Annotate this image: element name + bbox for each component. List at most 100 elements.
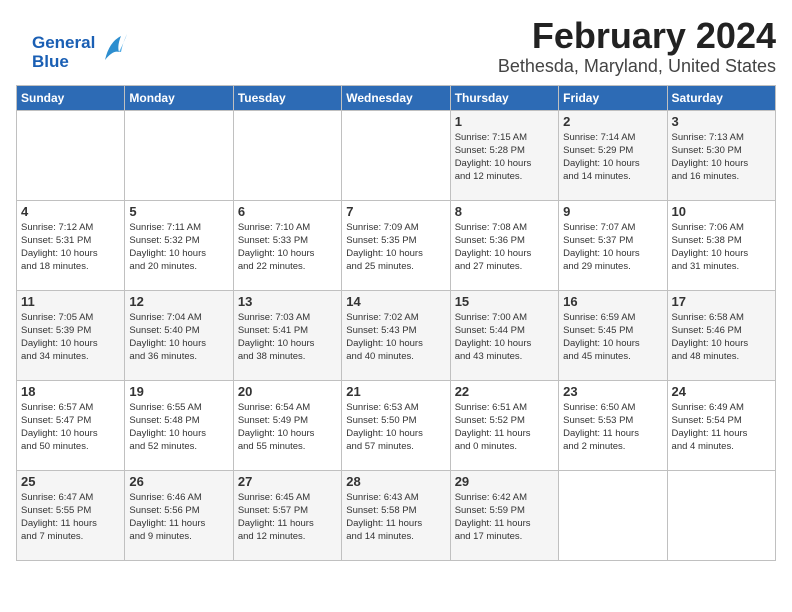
calendar-cell: 9 Sunrise: 7:07 AM Sunset: 5:37 PM Daylig… — [559, 200, 667, 290]
day-number: 19 — [129, 384, 228, 399]
day-info: Sunrise: 7:05 AM Sunset: 5:39 PM Dayligh… — [21, 311, 120, 364]
day-info: Sunrise: 7:13 AM Sunset: 5:30 PM Dayligh… — [672, 131, 771, 184]
day-number: 17 — [672, 294, 771, 309]
logo-general: General — [32, 34, 95, 53]
day-number: 2 — [563, 114, 662, 129]
month-title: February 2024 — [16, 16, 776, 56]
calendar-cell: 17 Sunrise: 6:58 AM Sunset: 5:46 PM Dayli… — [667, 290, 775, 380]
day-number: 26 — [129, 474, 228, 489]
day-info: Sunrise: 6:43 AM Sunset: 5:58 PM Dayligh… — [346, 491, 445, 544]
day-number: 15 — [455, 294, 554, 309]
day-info: Sunrise: 6:50 AM Sunset: 5:53 PM Dayligh… — [563, 401, 662, 454]
day-number: 16 — [563, 294, 662, 309]
day-number: 18 — [21, 384, 120, 399]
calendar-cell — [233, 110, 341, 200]
day-info: Sunrise: 7:15 AM Sunset: 5:28 PM Dayligh… — [455, 131, 554, 184]
day-number: 29 — [455, 474, 554, 489]
day-info: Sunrise: 7:14 AM Sunset: 5:29 PM Dayligh… — [563, 131, 662, 184]
calendar-cell: 11 Sunrise: 7:05 AM Sunset: 5:39 PM Dayli… — [17, 290, 125, 380]
day-info: Sunrise: 6:46 AM Sunset: 5:56 PM Dayligh… — [129, 491, 228, 544]
day-number: 8 — [455, 204, 554, 219]
day-info: Sunrise: 6:45 AM Sunset: 5:57 PM Dayligh… — [238, 491, 337, 544]
day-info: Sunrise: 6:58 AM Sunset: 5:46 PM Dayligh… — [672, 311, 771, 364]
weekday-header: Saturday — [667, 85, 775, 110]
calendar-week-row: 18Sunrise: 6:57 AM Sunset: 5:47 PM Dayli… — [17, 380, 776, 470]
calendar-cell — [559, 470, 667, 560]
calendar-cell: 22 Sunrise: 6:51 AM Sunset: 5:52 PM Dayli… — [450, 380, 558, 470]
calendar-table: SundayMondayTuesdayWednesdayThursdayFrid… — [16, 85, 776, 561]
calendar-week-row: 4Sunrise: 7:12 AM Sunset: 5:31 PM Daylig… — [17, 200, 776, 290]
day-info: Sunrise: 7:10 AM Sunset: 5:33 PM Dayligh… — [238, 221, 337, 274]
calendar-cell: 3 Sunrise: 7:13 AM Sunset: 5:30 PM Daylig… — [667, 110, 775, 200]
weekday-header: Thursday — [450, 85, 558, 110]
calendar-cell: 14 Sunrise: 7:02 AM Sunset: 5:43 PM Dayli… — [342, 290, 450, 380]
day-info: Sunrise: 7:03 AM Sunset: 5:41 PM Dayligh… — [238, 311, 337, 364]
day-number: 5 — [129, 204, 228, 219]
day-info: Sunrise: 7:02 AM Sunset: 5:43 PM Dayligh… — [346, 311, 445, 364]
day-info: Sunrise: 7:08 AM Sunset: 5:36 PM Dayligh… — [455, 221, 554, 274]
day-number: 9 — [563, 204, 662, 219]
weekday-header: Monday — [125, 85, 233, 110]
day-number: 21 — [346, 384, 445, 399]
day-info: Sunrise: 6:59 AM Sunset: 5:45 PM Dayligh… — [563, 311, 662, 364]
day-info: Sunrise: 7:11 AM Sunset: 5:32 PM Dayligh… — [129, 221, 228, 274]
calendar-header-row: SundayMondayTuesdayWednesdayThursdayFrid… — [17, 85, 776, 110]
location-title: Bethesda, Maryland, United States — [16, 56, 776, 77]
day-number: 12 — [129, 294, 228, 309]
calendar-cell: 15Sunrise: 7:00 AM Sunset: 5:44 PM Dayli… — [450, 290, 558, 380]
day-info: Sunrise: 7:07 AM Sunset: 5:37 PM Dayligh… — [563, 221, 662, 274]
day-info: Sunrise: 7:09 AM Sunset: 5:35 PM Dayligh… — [346, 221, 445, 274]
day-info: Sunrise: 6:42 AM Sunset: 5:59 PM Dayligh… — [455, 491, 554, 544]
calendar-cell: 25Sunrise: 6:47 AM Sunset: 5:55 PM Dayli… — [17, 470, 125, 560]
top-area: General Blue February 2024 Bethesda, Mar… — [16, 16, 776, 77]
day-number: 7 — [346, 204, 445, 219]
calendar-cell: 18Sunrise: 6:57 AM Sunset: 5:47 PM Dayli… — [17, 380, 125, 470]
day-number: 24 — [672, 384, 771, 399]
day-info: Sunrise: 6:53 AM Sunset: 5:50 PM Dayligh… — [346, 401, 445, 454]
calendar-cell: 28 Sunrise: 6:43 AM Sunset: 5:58 PM Dayli… — [342, 470, 450, 560]
calendar-cell: 23 Sunrise: 6:50 AM Sunset: 5:53 PM Dayli… — [559, 380, 667, 470]
day-info: Sunrise: 6:55 AM Sunset: 5:48 PM Dayligh… — [129, 401, 228, 454]
calendar-cell: 16 Sunrise: 6:59 AM Sunset: 5:45 PM Dayli… — [559, 290, 667, 380]
logo-blue: Blue — [32, 53, 95, 72]
calendar-cell: 24 Sunrise: 6:49 AM Sunset: 5:54 PM Dayli… — [667, 380, 775, 470]
calendar-body: 1 Sunrise: 7:15 AM Sunset: 5:28 PM Daylig… — [17, 110, 776, 560]
calendar-cell: 13Sunrise: 7:03 AM Sunset: 5:41 PM Dayli… — [233, 290, 341, 380]
day-number: 10 — [672, 204, 771, 219]
day-number: 6 — [238, 204, 337, 219]
calendar-cell: 6 Sunrise: 7:10 AM Sunset: 5:33 PM Daylig… — [233, 200, 341, 290]
day-number: 23 — [563, 384, 662, 399]
calendar-cell: 19 Sunrise: 6:55 AM Sunset: 5:48 PM Dayli… — [125, 380, 233, 470]
weekday-header: Tuesday — [233, 85, 341, 110]
calendar-week-row: 1 Sunrise: 7:15 AM Sunset: 5:28 PM Daylig… — [17, 110, 776, 200]
weekday-header: Sunday — [17, 85, 125, 110]
logo-bird-icon — [99, 32, 129, 73]
calendar-cell — [125, 110, 233, 200]
calendar-cell: 12Sunrise: 7:04 AM Sunset: 5:40 PM Dayli… — [125, 290, 233, 380]
calendar-cell: 27 Sunrise: 6:45 AM Sunset: 5:57 PM Dayli… — [233, 470, 341, 560]
calendar-cell: 1 Sunrise: 7:15 AM Sunset: 5:28 PM Daylig… — [450, 110, 558, 200]
calendar-cell: 7 Sunrise: 7:09 AM Sunset: 5:35 PM Daylig… — [342, 200, 450, 290]
calendar-week-row: 11 Sunrise: 7:05 AM Sunset: 5:39 PM Dayli… — [17, 290, 776, 380]
day-number: 3 — [672, 114, 771, 129]
day-info: Sunrise: 7:06 AM Sunset: 5:38 PM Dayligh… — [672, 221, 771, 274]
day-info: Sunrise: 7:12 AM Sunset: 5:31 PM Dayligh… — [21, 221, 120, 274]
weekday-header: Friday — [559, 85, 667, 110]
day-number: 28 — [346, 474, 445, 489]
day-number: 22 — [455, 384, 554, 399]
calendar-cell — [667, 470, 775, 560]
calendar-week-row: 25Sunrise: 6:47 AM Sunset: 5:55 PM Dayli… — [17, 470, 776, 560]
day-info: Sunrise: 6:47 AM Sunset: 5:55 PM Dayligh… — [21, 491, 120, 544]
calendar-cell: 29 Sunrise: 6:42 AM Sunset: 5:59 PM Dayli… — [450, 470, 558, 560]
calendar-cell: 2 Sunrise: 7:14 AM Sunset: 5:29 PM Daylig… — [559, 110, 667, 200]
calendar-cell: 26 Sunrise: 6:46 AM Sunset: 5:56 PM Dayli… — [125, 470, 233, 560]
day-info: Sunrise: 6:49 AM Sunset: 5:54 PM Dayligh… — [672, 401, 771, 454]
day-info: Sunrise: 6:51 AM Sunset: 5:52 PM Dayligh… — [455, 401, 554, 454]
day-number: 27 — [238, 474, 337, 489]
day-number: 1 — [455, 114, 554, 129]
calendar-cell — [342, 110, 450, 200]
day-number: 11 — [21, 294, 120, 309]
day-number: 14 — [346, 294, 445, 309]
calendar-cell: 21 Sunrise: 6:53 AM Sunset: 5:50 PM Dayli… — [342, 380, 450, 470]
calendar-cell: 4Sunrise: 7:12 AM Sunset: 5:31 PM Daylig… — [17, 200, 125, 290]
